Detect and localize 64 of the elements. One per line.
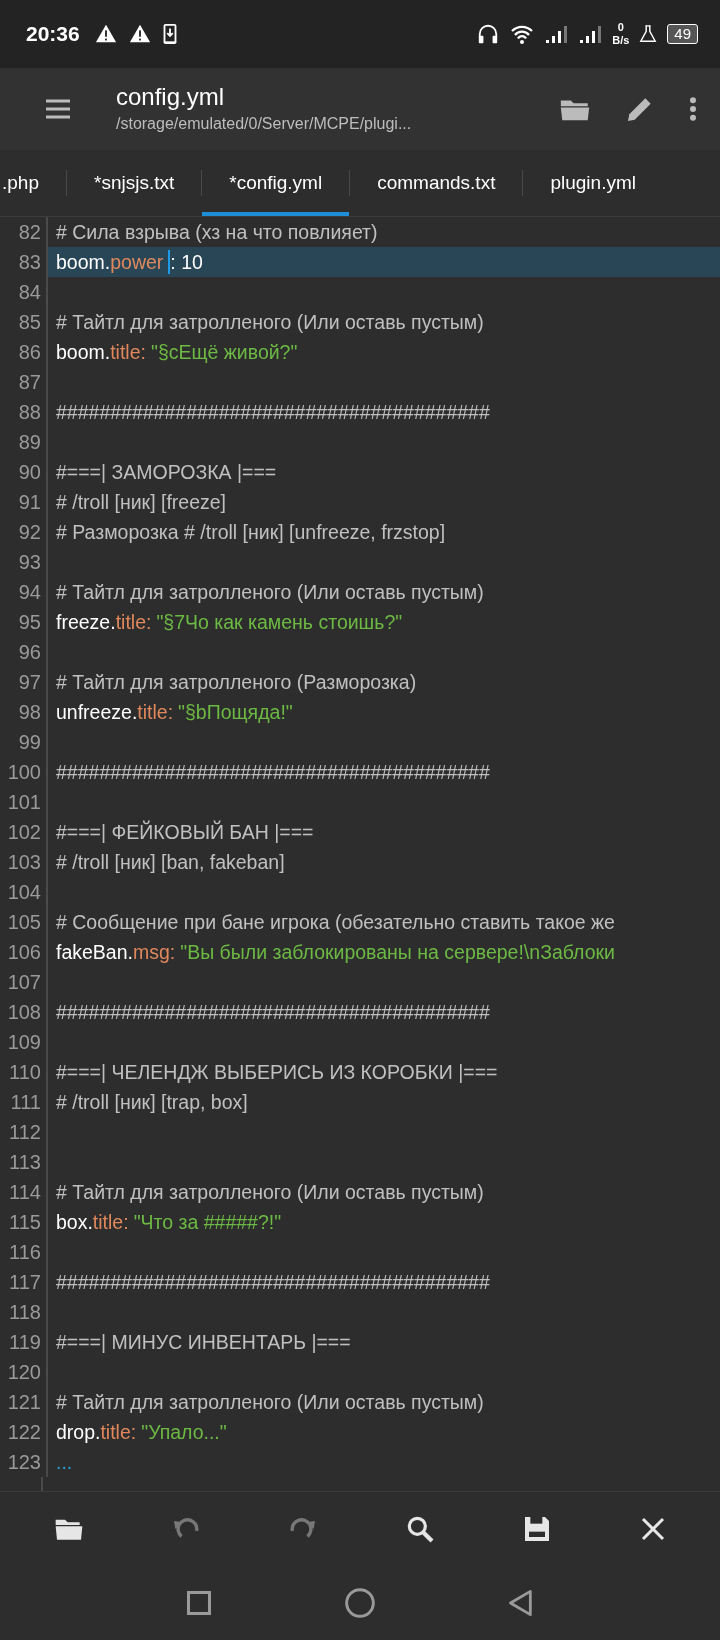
code-comment: # /troll [ник] [freeze] — [56, 490, 226, 515]
code-comment: # /troll [ник] [ban, fakeban] — [56, 850, 285, 875]
code-comment: ######################################## — [56, 1000, 490, 1025]
file-path: /storage/emulated/0/Server/MCPE/plugi... — [116, 114, 413, 134]
warning-icon — [127, 23, 152, 45]
home-button[interactable] — [344, 1587, 376, 1619]
flask-icon — [639, 24, 658, 44]
code-key: drop. — [56, 1417, 101, 1447]
recent-apps-button[interactable] — [185, 1589, 214, 1617]
code-ellipsis: ... — [56, 1450, 73, 1475]
clock-time: 20:36 — [26, 22, 80, 46]
code-string: "Упало..." — [141, 1420, 227, 1445]
code-property: title: — [92, 1210, 129, 1235]
file-tab[interactable]: plugin.yml — [523, 150, 663, 216]
code-key: boom. — [56, 337, 111, 367]
battery-indicator: 49 — [667, 24, 698, 44]
warning-icon — [93, 23, 118, 45]
back-button[interactable] — [506, 1589, 535, 1617]
code-property: msg: — [133, 940, 176, 965]
code-comment: ######################################## — [56, 760, 490, 785]
code-key: boom. — [56, 247, 111, 277]
code-property: title: — [100, 1420, 137, 1445]
code-comment: ######################################## — [56, 400, 490, 425]
code-comment: ######################################## — [56, 1270, 490, 1295]
code-key: box. — [56, 1207, 93, 1237]
network-speed: 0 — [617, 21, 624, 34]
code-value: : 10 — [170, 250, 203, 275]
code-string: "§7Чо как камень стоишь?" — [156, 610, 403, 635]
code-comment: # Тайтл для затролленого (Или оставь пустым) — [56, 1390, 484, 1415]
line-number: 83 — [0, 247, 48, 277]
code-comment: #===| ЗАМОРОЗКА |=== — [56, 460, 277, 485]
code-comment: #===| ФЕЙКОВЫЙ БАН |=== — [56, 819, 314, 845]
code-string: "Что за #####?!" — [133, 1210, 282, 1235]
file-tab[interactable]: *snjsjs.txt — [67, 150, 202, 216]
code-comment: # Сообщение при бане игрока (обезательно ставить такое же — [56, 910, 615, 935]
code-comment: # Сила взрыва (хз на что повлияет) — [56, 220, 378, 245]
code-property: title: — [110, 340, 146, 365]
code-comment: # /troll [ник] [trap, box] — [56, 1090, 248, 1115]
code-property: title: — [115, 610, 152, 635]
file-title: config.yml — [116, 82, 226, 112]
wifi-icon — [510, 24, 535, 44]
code-comment: # Тайтл для затролленого (Или оставь пустым) — [56, 310, 484, 335]
code-comment: #===| ЧЕЛЕНДЖ ВЫБЕРИСЬ ИЗ КОРОБКИ |=== — [56, 1060, 498, 1085]
download-icon — [161, 23, 178, 45]
code-string: "§bПощяда!" — [178, 700, 293, 725]
code-string: "Вы были заблокированы на сервере!\nЗаблоки — [180, 940, 615, 965]
file-tab[interactable]: .php — [0, 150, 66, 216]
code-comment: # Тайтл для затролленого (Или оставь пустым) — [56, 580, 484, 605]
code-property: title: — [137, 700, 174, 725]
more-icon — [688, 94, 698, 124]
code-property: power — [110, 250, 164, 275]
signal-icon — [544, 24, 569, 44]
code-key: freeze. — [56, 607, 116, 637]
code-key: fakeBan. — [56, 937, 133, 967]
code-string: "§cЕщё живой?" — [150, 340, 298, 365]
code-comment: # Тайтл для затролленого (Или оставь пустым) — [56, 1180, 484, 1205]
file-tab[interactable]: commands.txt — [350, 150, 523, 216]
signal-icon — [578, 24, 603, 44]
text-cursor — [168, 250, 171, 274]
code-comment: # Разморозка # /troll [ник] [unfreeze, frzstop] — [56, 520, 446, 545]
code-key: unfreeze. — [56, 697, 138, 727]
code-comment: # Тайтл для затролленого (Разморозка) — [56, 670, 417, 695]
network-speed-unit: B/s — [612, 34, 630, 47]
code-comment: #===| МИНУС ИНВЕНТАРЬ |=== — [56, 1330, 351, 1355]
